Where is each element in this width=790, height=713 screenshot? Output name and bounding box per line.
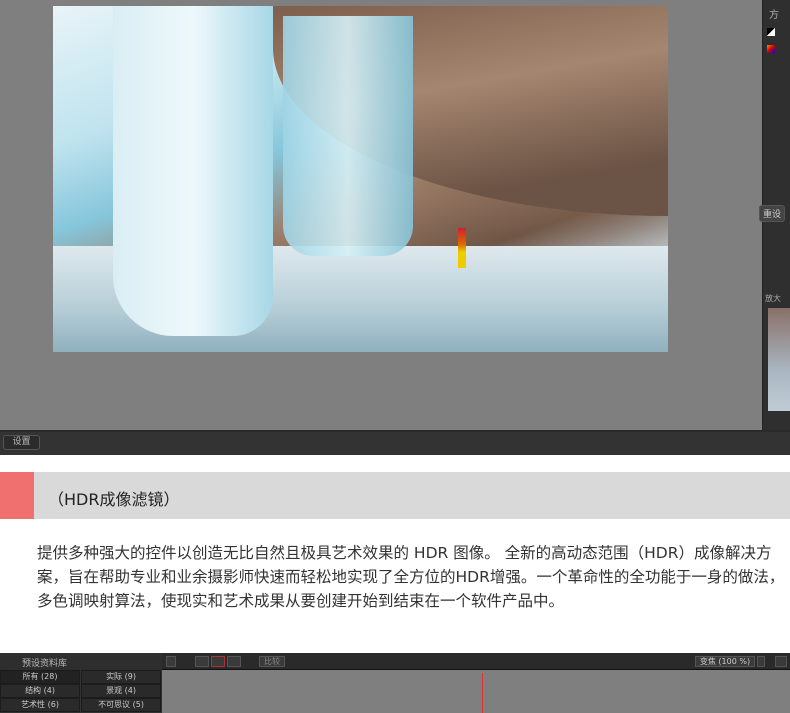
bottom-toolbar [0,430,790,455]
settings-button[interactable]: 设置 [3,435,40,450]
category-landscape[interactable]: 景观 (4) [81,684,161,698]
zoom-select[interactable]: 变焦 (100 %) [695,656,755,667]
zoom-arrow-icon[interactable] [757,656,765,667]
preview-photo [53,6,668,352]
split-view-button[interactable] [211,656,225,667]
category-structure[interactable]: 结构 (4) [0,684,80,698]
section-header: （HDR成像滤镜） [0,472,790,519]
photo-ice2 [283,16,413,256]
photo-ice [113,6,273,336]
section-description: 提供多种强大的控件以创造无比自然且极具艺术效果的 HDR 图像。 全新的高动态范… [37,544,785,610]
category-all[interactable]: 所有 (28) [0,670,80,684]
side-by-side-button[interactable] [227,656,241,667]
hdr-app-window: 方 重设 放大 设置 [0,0,790,455]
photo-person [458,228,466,268]
color-icon [767,45,775,53]
category-artistic[interactable]: 艺术性 (6) [0,698,80,712]
single-view-button[interactable] [195,656,209,667]
lightbulb-icon[interactable] [775,656,787,667]
right-panel-label: 方 [769,10,779,21]
accent-block [0,472,34,519]
library-window: 比较 变焦 (100 %) 预设资料库 所有 (28) 实际 (9) 结构 (4… [0,653,790,713]
library-title: 预设资料库 [0,653,162,670]
compare-button[interactable]: 比较 [259,656,285,667]
category-realistic[interactable]: 实际 (9) [81,670,161,684]
section-title: （HDR成像滤镜） [48,490,180,509]
zoom-section-header[interactable]: 放大 [765,293,781,304]
panel-toggle-icon[interactable] [166,656,176,667]
preset-library-panel: 预设资料库 所有 (28) 实际 (9) 结构 (4) 景观 (4) 艺术性 (… [0,653,162,713]
reset-button[interactable]: 重设 [759,205,786,222]
category-surreal[interactable]: 不可思议 (5) [81,698,161,712]
curve-icon [767,28,775,36]
split-divider-handle[interactable] [482,673,483,713]
zoom-thumbnail[interactable] [768,308,790,411]
